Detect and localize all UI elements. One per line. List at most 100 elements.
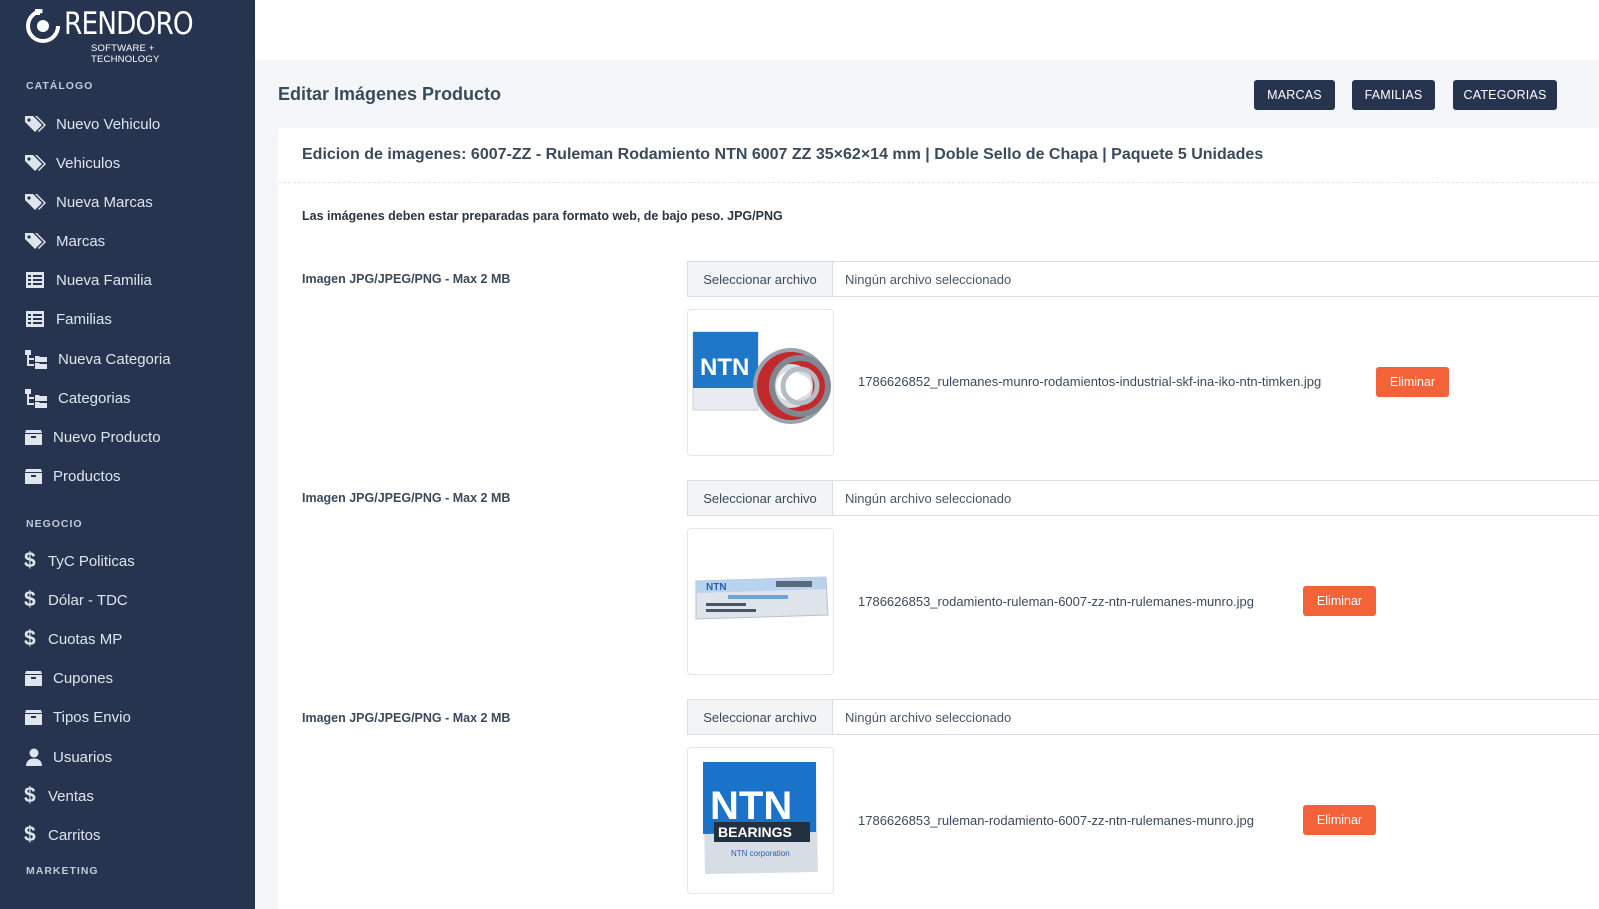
sidebar-item-label: Familias [56, 310, 112, 328]
brand-logo[interactable]: RENDORO SOFTWARE + TECHNOLOGY [24, 6, 204, 65]
select-file-button[interactable]: Seleccionar archivo [688, 481, 833, 515]
familias-button[interactable]: FAMILIAS [1352, 80, 1435, 110]
sidebar-item-label: Nueva Categoria [58, 350, 171, 368]
bearing-photo: NTN [688, 310, 833, 455]
file-status: Ningún archivo seleccionado [845, 709, 1012, 725]
image-field-label: Imagen JPG/JPEG/PNG - Max 2 MB [302, 711, 511, 725]
list-table-icon [24, 270, 46, 290]
sidebar-item-vehiculos[interactable]: Vehiculos [0, 145, 255, 181]
brand-tagline: SOFTWARE + TECHNOLOGY [91, 43, 160, 65]
folder-tree-icon [24, 388, 48, 408]
file-input[interactable]: Seleccionar archivo Ningún archivo selec… [687, 261, 1599, 297]
image-field-label: Imagen JPG/JPEG/PNG - Max 2 MB [302, 272, 511, 286]
image-filename: 1786626853_ruleman-rodamiento-6007-zz-nt… [858, 813, 1255, 828]
sidebar-item-label: Carritos [48, 826, 101, 844]
sidebar-item-label: Usuarios [53, 748, 113, 766]
file-input[interactable]: Seleccionar archivo Ningún archivo selec… [687, 699, 1599, 735]
section-title-catalogo: CATÁLOGO [26, 80, 94, 92]
card-divider [278, 182, 1599, 183]
box-icon [24, 427, 43, 447]
logo-mark-icon [26, 9, 60, 43]
delete-image-button[interactable]: Eliminar [1376, 367, 1449, 397]
image-filename: 1786626852_rulemanes-munro-rodamientos-i… [858, 374, 1322, 389]
sidebar-item-nueva-categoria[interactable]: Nueva Categoria [0, 341, 255, 377]
dollar-icon: $ [24, 549, 36, 572]
sidebar-item-carritos[interactable]: $ Carritos [0, 817, 255, 853]
product-image-thumbnail: NTN [687, 528, 834, 675]
folder-tree-icon [24, 349, 48, 369]
sidebar-item-label: Marcas [56, 232, 106, 250]
ntn-box-photo: NTN BEARINGS NTN corporation [688, 748, 833, 893]
product-image-thumbnail: NTN [687, 309, 834, 456]
box-icon [24, 707, 43, 727]
box-brand-text: NTN [710, 784, 792, 828]
file-status: Ningún archivo seleccionado [845, 490, 1012, 506]
bearing-box-photo: NTN [688, 529, 833, 674]
select-file-button[interactable]: Seleccionar archivo [688, 262, 833, 296]
sidebar-item-familias[interactable]: Familias [0, 301, 255, 337]
sidebar-item-productos[interactable]: Productos [0, 458, 255, 494]
select-file-button[interactable]: Seleccionar archivo [688, 700, 833, 734]
sidebar-item-label: Cuotas MP [48, 630, 123, 648]
tags-icon [24, 192, 46, 212]
box-icon [24, 466, 43, 486]
sidebar-item-label: TyC Politicas [48, 552, 135, 570]
box-brand-text: NTN [700, 354, 749, 381]
sidebar-item-dolar-tdc[interactable]: $ Dólar - TDC [0, 582, 255, 618]
format-note: Las imágenes deben estar preparadas para… [302, 209, 783, 223]
sidebar-item-label: Tipos Envio [53, 708, 131, 726]
tags-icon [24, 114, 46, 134]
sidebar-item-label: Vehiculos [56, 154, 121, 172]
sidebar-item-label: Nueva Marcas [56, 193, 153, 211]
top-bar [255, 0, 1599, 60]
delete-image-button[interactable]: Eliminar [1303, 805, 1376, 835]
marcas-button[interactable]: MARCAS [1254, 80, 1335, 110]
sidebar: RENDORO SOFTWARE + TECHNOLOGY CATÁLOGO N… [0, 0, 255, 909]
sidebar-item-nuevo-vehiculo[interactable]: Nuevo Vehiculo [0, 106, 255, 142]
section-title-marketing: MARKETING [26, 865, 99, 877]
box-brand-text: NTN [706, 582, 727, 593]
sidebar-item-label: Nueva Familia [56, 271, 152, 289]
sidebar-item-usuarios[interactable]: Usuarios [0, 739, 255, 775]
dollar-icon: $ [24, 588, 36, 611]
box-icon [24, 668, 43, 688]
box-word-text: BEARINGS [718, 824, 792, 840]
sidebar-item-categorias[interactable]: Categorias [0, 380, 255, 416]
tags-icon [24, 231, 46, 251]
sidebar-item-ventas[interactable]: $ Ventas [0, 778, 255, 814]
sidebar-item-label: Nuevo Producto [53, 428, 161, 446]
delete-image-button[interactable]: Eliminar [1303, 586, 1376, 616]
file-input[interactable]: Seleccionar archivo Ningún archivo selec… [687, 480, 1599, 516]
sidebar-item-label: Dólar - TDC [48, 591, 128, 609]
sidebar-item-nueva-familia[interactable]: Nueva Familia [0, 262, 255, 298]
image-filename: 1786626853_rodamiento-ruleman-6007-zz-nt… [858, 594, 1255, 609]
tags-icon [24, 153, 46, 173]
categorias-button[interactable]: CATEGORIAS [1453, 80, 1557, 110]
product-image-thumbnail: NTN BEARINGS NTN corporation [687, 747, 834, 894]
image-field-label: Imagen JPG/JPEG/PNG - Max 2 MB [302, 491, 511, 505]
sidebar-item-label: Productos [53, 467, 121, 485]
dollar-icon: $ [24, 823, 36, 846]
box-small-text: NTN corporation [731, 849, 790, 858]
sidebar-item-nuevo-producto[interactable]: Nuevo Producto [0, 419, 255, 455]
sidebar-item-cuotas-mp[interactable]: $ Cuotas MP [0, 621, 255, 657]
page-title: Editar Imágenes Producto [278, 84, 502, 104]
brand-name: RENDORO [64, 6, 194, 42]
sidebar-item-cupones[interactable]: Cupones [0, 660, 255, 696]
image-edit-card: Edicion de imagenes: 6007-ZZ - Ruleman R… [278, 128, 1599, 909]
sidebar-item-label: Cupones [53, 669, 114, 687]
dollar-icon: $ [24, 627, 36, 650]
sidebar-item-tyc-politicas[interactable]: $ TyC Politicas [0, 543, 255, 579]
sidebar-item-label: Nuevo Vehiculo [56, 115, 161, 133]
list-table-icon [24, 309, 46, 329]
sidebar-item-marcas[interactable]: Marcas [0, 223, 255, 259]
sidebar-item-label: Categorias [58, 389, 131, 407]
user-icon [24, 747, 43, 767]
sidebar-item-nueva-marcas[interactable]: Nueva Marcas [0, 184, 255, 220]
sidebar-item-tipos-envio[interactable]: Tipos Envio [0, 699, 255, 735]
file-status: Ningún archivo seleccionado [845, 271, 1012, 287]
dollar-icon: $ [24, 784, 36, 807]
section-title-negocio: NEGOCIO [26, 518, 83, 530]
card-title: Edicion de imagenes: 6007-ZZ - Ruleman R… [302, 146, 1264, 163]
sidebar-item-label: Ventas [48, 787, 94, 805]
